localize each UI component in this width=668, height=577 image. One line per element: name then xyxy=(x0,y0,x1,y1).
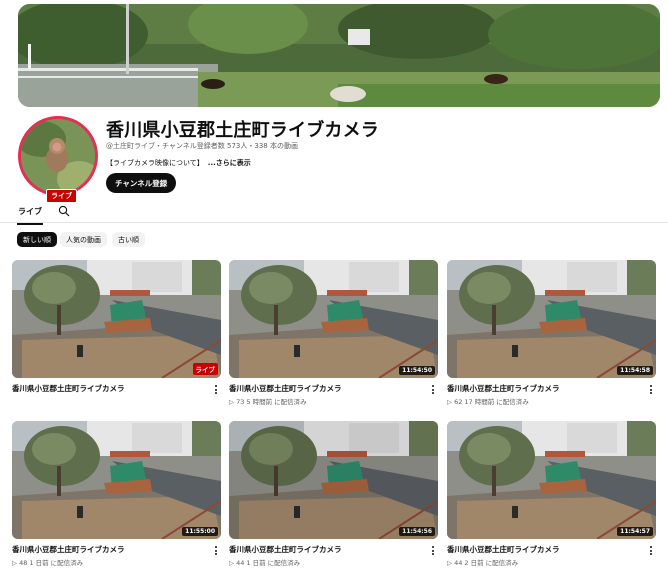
video-thumbnail[interactable]: 11:54:50 xyxy=(229,260,438,378)
video-meta: ▷ 44 2 日前 に配信済み xyxy=(447,559,519,567)
more-options-icon[interactable] xyxy=(648,545,654,556)
video-meta: ▷ 73 5 時間前 に配信済み xyxy=(229,398,307,406)
channel-title: 香川県小豆郡土庄町ライブカメラ xyxy=(106,120,379,141)
video-meta: ▷ 62 17 時間前 に配信済み xyxy=(447,398,529,406)
video-title[interactable]: 香川県小豆郡土庄町ライブカメラ xyxy=(229,544,342,555)
more-options-icon[interactable] xyxy=(430,545,436,556)
video-thumbnail[interactable]: 11:55:00 xyxy=(12,421,221,539)
live-badge: ライブ xyxy=(192,363,218,375)
channel-meta: @土庄町ライブ・チャンネル登録者数 573人・338 本の動画 xyxy=(106,142,298,150)
video-thumbnail[interactable]: 11:54:58 xyxy=(447,260,656,378)
video-title[interactable]: 香川県小豆郡土庄町ライブカメラ xyxy=(447,544,560,555)
more-options-icon[interactable] xyxy=(213,384,219,395)
video-meta: ▷ 48 1 日前 に配信済み xyxy=(12,559,84,567)
more-options-icon[interactable] xyxy=(648,384,654,395)
video-thumbnail[interactable]: 11:54:57 xyxy=(447,421,656,539)
more-options-icon[interactable] xyxy=(213,545,219,556)
chip-oldest[interactable]: 古い順 xyxy=(112,232,145,247)
duration-badge: 11:54:56 xyxy=(399,527,435,536)
video-title[interactable]: 香川県小豆郡土庄町ライブカメラ xyxy=(12,544,125,555)
search-icon[interactable] xyxy=(58,205,70,217)
channel-banner xyxy=(18,4,660,107)
chip-newest[interactable]: 新しい順 xyxy=(17,232,57,247)
video-thumbnail[interactable]: 11:54:56 xyxy=(229,421,438,539)
chip-popular[interactable]: 人気の動画 xyxy=(60,232,107,247)
video-title[interactable]: 香川県小豆郡土庄町ライブカメラ xyxy=(12,383,125,394)
banner-image xyxy=(18,4,660,107)
monkey-avatar-image xyxy=(21,119,95,193)
channel-tabs: ライブ xyxy=(0,200,668,225)
video-title[interactable]: 香川県小豆郡土庄町ライブカメラ xyxy=(229,383,342,394)
channel-avatar[interactable] xyxy=(18,116,98,196)
duration-badge: 11:55:00 xyxy=(182,527,218,536)
subscribe-button[interactable]: チャンネル登録 xyxy=(106,173,177,193)
channel-description[interactable]: 【ライブカメラ映像について】 ...さらに表示 xyxy=(106,158,251,168)
video-title[interactable]: 香川県小豆郡土庄町ライブカメラ xyxy=(447,383,560,394)
duration-badge: 11:54:57 xyxy=(617,527,653,536)
duration-badge: 11:54:58 xyxy=(617,366,653,375)
duration-badge: 11:54:50 xyxy=(399,366,435,375)
description-text: 【ライブカメラ映像について】 xyxy=(106,159,204,167)
video-thumbnail[interactable]: ライブ xyxy=(12,260,221,378)
video-meta: ▷ 44 1 日前 に配信済み xyxy=(229,559,301,567)
show-more-link[interactable]: ...さらに表示 xyxy=(208,159,251,167)
more-options-icon[interactable] xyxy=(430,384,436,395)
tab-live[interactable]: ライブ xyxy=(17,206,43,225)
